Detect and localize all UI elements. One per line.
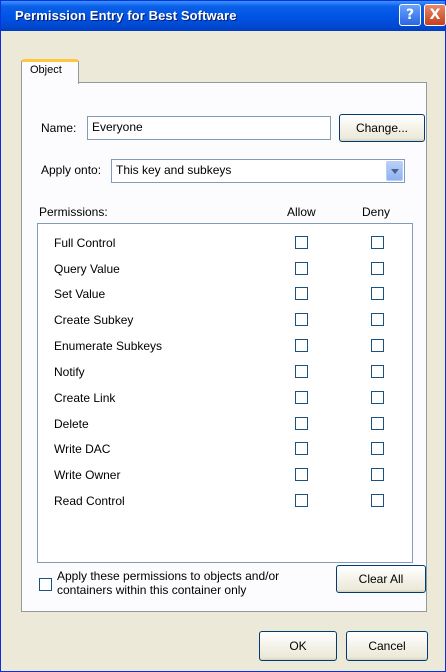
permission-label: Enumerate Subkeys xyxy=(54,339,163,353)
apply-inherit-line1: Apply these permissions to objects and/o… xyxy=(57,569,280,583)
allow-checkbox[interactable] xyxy=(295,468,308,481)
deny-header: Deny xyxy=(362,205,391,219)
allow-checkbox[interactable] xyxy=(295,442,308,455)
permissions-header: Permissions: xyxy=(39,205,108,219)
deny-checkbox[interactable] xyxy=(371,442,384,455)
allow-checkbox[interactable] xyxy=(295,494,308,507)
permission-label: Write Owner xyxy=(54,468,121,482)
deny-checkbox[interactable] xyxy=(371,494,384,507)
permission-row-read-control: Read Control xyxy=(38,490,412,512)
deny-checkbox[interactable] xyxy=(371,391,384,404)
deny-checkbox[interactable] xyxy=(371,468,384,481)
title-bar[interactable]: Permission Entry for Best Software ? X xyxy=(1,1,446,31)
permission-row-notify: Notify xyxy=(38,361,412,383)
tab-object[interactable]: Object xyxy=(21,59,79,84)
deny-checkbox[interactable] xyxy=(371,262,384,275)
permission-label: Create Link xyxy=(54,391,116,405)
apply-inherit-line2: containers within this container only xyxy=(57,583,247,597)
allow-header: Allow xyxy=(287,205,316,219)
permission-label: Set Value xyxy=(54,287,106,301)
clear-all-button[interactable]: Clear All xyxy=(336,565,426,593)
permission-label: Full Control xyxy=(54,236,116,250)
permission-label: Notify xyxy=(54,365,85,379)
permissions-list: Full Control Query Value Set Value Creat… xyxy=(37,223,413,563)
apply-onto-value: This key and subkeys xyxy=(116,163,232,177)
deny-checkbox[interactable] xyxy=(371,339,384,352)
permission-label: Read Control xyxy=(54,494,125,508)
allow-checkbox[interactable] xyxy=(295,313,308,326)
deny-checkbox[interactable] xyxy=(371,236,384,249)
window-title: Permission Entry for Best Software xyxy=(15,8,237,23)
deny-checkbox[interactable] xyxy=(371,365,384,378)
close-icon[interactable]: X xyxy=(424,4,446,26)
apply-onto-label: Apply onto: xyxy=(41,163,102,177)
permission-row-write-dac: Write DAC xyxy=(38,438,412,460)
permission-label: Query Value xyxy=(54,262,120,276)
name-label: Name: xyxy=(41,121,77,135)
permission-label: Delete xyxy=(54,417,89,431)
apply-inherit-label: Apply these permissions to objects and/o… xyxy=(57,569,279,597)
permission-row-enumerate-subkeys: Enumerate Subkeys xyxy=(38,335,412,357)
deny-checkbox[interactable] xyxy=(371,313,384,326)
permission-row-full-control: Full Control xyxy=(38,232,412,254)
permission-row-write-owner: Write Owner xyxy=(38,464,412,486)
ok-button[interactable]: OK xyxy=(259,631,337,661)
permission-row-delete: Delete xyxy=(38,413,412,435)
permission-row-query-value: Query Value xyxy=(38,258,412,280)
chevron-down-icon[interactable] xyxy=(386,161,403,181)
allow-checkbox[interactable] xyxy=(295,365,308,378)
allow-checkbox[interactable] xyxy=(295,339,308,352)
allow-checkbox[interactable] xyxy=(295,391,308,404)
permission-row-create-link: Create Link xyxy=(38,387,412,409)
allow-checkbox[interactable] xyxy=(295,236,308,249)
allow-checkbox[interactable] xyxy=(295,417,308,430)
apply-inherit-checkbox[interactable] xyxy=(39,578,52,591)
deny-checkbox[interactable] xyxy=(371,287,384,300)
permission-row-create-subkey: Create Subkey xyxy=(38,309,412,331)
permission-label: Create Subkey xyxy=(54,313,134,327)
apply-onto-select[interactable]: This key and subkeys xyxy=(111,159,405,183)
name-field[interactable]: Everyone xyxy=(87,116,331,140)
permission-row-set-value: Set Value xyxy=(38,283,412,305)
permission-entry-dialog: Permission Entry for Best Software ? X O… xyxy=(0,0,446,672)
help-icon[interactable]: ? xyxy=(399,4,421,26)
allow-checkbox[interactable] xyxy=(295,287,308,300)
change-button[interactable]: Change... xyxy=(339,114,425,142)
permission-label: Write DAC xyxy=(54,442,111,456)
cancel-button[interactable]: Cancel xyxy=(346,631,428,661)
allow-checkbox[interactable] xyxy=(295,262,308,275)
deny-checkbox[interactable] xyxy=(371,417,384,430)
